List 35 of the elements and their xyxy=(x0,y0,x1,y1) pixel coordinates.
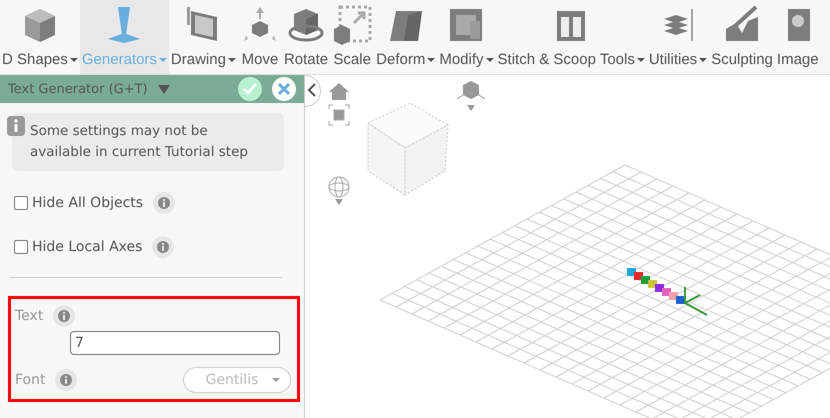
info-icon[interactable] xyxy=(153,192,176,214)
toolbar-button[interactable]: Sculpting xyxy=(709,0,775,74)
toolbar-button[interactable]: Move xyxy=(238,0,282,74)
dropdown-icon[interactable] xyxy=(158,84,170,94)
panel-title: Text Generator (G+T) xyxy=(8,82,148,96)
toolbar-button[interactable]: Stitch & Scoop Tools xyxy=(496,0,647,74)
toolbar-button[interactable]: Image xyxy=(774,0,821,74)
chevron-left-icon xyxy=(307,82,317,96)
toolbar-button[interactable]: Deform xyxy=(374,0,438,74)
checkbox[interactable] xyxy=(14,196,28,210)
toolbar-button[interactable]: Modify xyxy=(437,0,496,74)
orbit-icon[interactable] xyxy=(328,176,350,205)
close-button[interactable] xyxy=(272,77,296,101)
toolbar-button[interactable]: D Shapes xyxy=(0,0,80,74)
info-icon[interactable] xyxy=(53,305,76,327)
info-icon[interactable] xyxy=(55,369,78,391)
close-icon xyxy=(278,83,290,95)
zoom-fit-icon[interactable] xyxy=(328,104,350,126)
toolbar-button[interactable]: Utilities xyxy=(646,0,710,74)
info-icon[interactable] xyxy=(152,236,174,258)
toolbar-button[interactable]: Rotate xyxy=(282,0,330,74)
scale-icon xyxy=(332,5,372,45)
text-label: Text xyxy=(15,308,44,324)
toolbar-button[interactable]: Drawing xyxy=(168,0,238,74)
checkbox[interactable] xyxy=(14,240,28,254)
font-label: Font xyxy=(15,372,46,388)
home-icon[interactable] xyxy=(329,83,349,100)
axes-view-icon[interactable] xyxy=(456,81,486,111)
check-icon xyxy=(243,83,257,95)
checkbox-label: Hide All Objects xyxy=(32,195,144,211)
toolbar-button[interactable]: Scale xyxy=(330,0,374,74)
confirm-button[interactable] xyxy=(238,77,262,101)
checkbox-label: Hide Local Axes xyxy=(32,239,142,255)
text-input[interactable]: 7 xyxy=(70,331,280,355)
info-icon xyxy=(7,116,25,136)
